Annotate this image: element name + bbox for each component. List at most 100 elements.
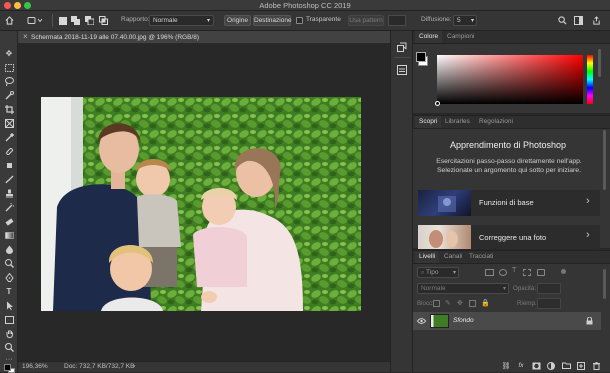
filter-shape-icon[interactable] <box>523 269 531 276</box>
pattern-picker[interactable] <box>388 15 406 26</box>
history-brush-tool-icon[interactable] <box>3 202 15 213</box>
gradient-tool-icon[interactable] <box>3 230 15 241</box>
ratio-value: Normale <box>153 17 178 24</box>
topic-card-fix-photo[interactable]: Correggere una foto › <box>418 225 600 249</box>
link-layers-icon[interactable]: ⛓ <box>501 361 511 370</box>
blur-tool-icon[interactable] <box>3 244 15 255</box>
foreground-color-chip[interactable] <box>416 52 426 62</box>
close-document-icon[interactable]: × <box>23 32 28 41</box>
tab-libraries[interactable]: Librarles <box>441 116 474 128</box>
filter-pixel-icon[interactable] <box>485 269 494 276</box>
destination-button[interactable]: Destinazione <box>253 15 292 26</box>
subtract-from-selection-icon[interactable] <box>84 15 95 26</box>
tab-scopri[interactable]: Scopri <box>415 116 442 128</box>
document-image <box>41 97 361 311</box>
filter-type-icon[interactable]: T <box>512 267 516 274</box>
lock-artboard-icon[interactable] <box>469 300 476 307</box>
share-icon[interactable] <box>591 15 602 26</box>
eyedropper-tool-icon[interactable] <box>3 132 15 143</box>
canvas-area[interactable] <box>18 44 390 361</box>
source-button[interactable]: Origine <box>224 15 251 26</box>
fill-input[interactable] <box>537 298 561 309</box>
color-panel: Colore Campioni <box>413 31 610 113</box>
search-icon[interactable] <box>557 15 568 26</box>
eye-icon[interactable] <box>416 316 426 326</box>
new-selection-icon[interactable] <box>57 15 68 26</box>
blend-mode-value: Normale <box>421 285 446 292</box>
layer-thumbnail <box>430 314 449 328</box>
color-picker-handle[interactable] <box>435 101 440 106</box>
lasso-tool-icon[interactable] <box>3 76 15 87</box>
app-title: Adobe Photoshop CC 2019 <box>259 1 351 10</box>
rectangle-tool-icon[interactable] <box>3 314 15 325</box>
topic-title: Funzioni di base <box>479 198 534 207</box>
document-size: Doc: 732,7 KB/732,7 KB <box>64 363 135 370</box>
lock-position-icon[interactable]: ✥ <box>457 299 463 307</box>
quick-selection-tool-icon[interactable] <box>3 90 15 101</box>
panel-scrollbar[interactable] <box>603 130 606 190</box>
add-to-selection-icon[interactable] <box>70 15 81 26</box>
opacity-input[interactable] <box>537 283 561 294</box>
home-icon[interactable] <box>4 15 15 26</box>
foreground-color-swatch[interactable] <box>4 364 11 371</box>
crop-tool-icon[interactable] <box>3 104 15 115</box>
topic-card-basics[interactable]: Funzioni di base › <box>418 190 600 216</box>
clone-stamp-tool-icon[interactable] <box>3 188 15 199</box>
filter-smart-object-icon[interactable] <box>537 269 545 276</box>
eraser-tool-icon[interactable] <box>3 216 15 227</box>
pen-tool-icon[interactable] <box>3 272 15 283</box>
layer-kind-filter[interactable]: ⌕ Tipo ▾ <box>417 267 459 278</box>
layer-style-icon[interactable]: fx <box>516 361 526 370</box>
workspace-icon[interactable] <box>573 15 584 26</box>
hand-tool-icon[interactable] <box>3 328 15 339</box>
patch-tool-preset-icon[interactable] <box>26 15 44 26</box>
use-pattern-button[interactable]: Usa pattern <box>348 15 384 26</box>
transparent-checkbox[interactable] <box>296 17 303 24</box>
patch-tool-icon[interactable] <box>3 160 15 171</box>
zoom-tool-icon[interactable] <box>3 342 15 353</box>
add-mask-icon[interactable] <box>531 361 541 370</box>
lock-pixels-icon[interactable]: ✎ <box>445 299 451 307</box>
tab-campioni[interactable]: Campioni <box>443 31 478 43</box>
lock-all-icon[interactable]: 🔒 <box>481 299 490 307</box>
type-tool-icon[interactable]: T <box>3 286 15 297</box>
diffusion-select[interactable]: 5 ▾ <box>453 15 477 26</box>
tab-canali[interactable]: Canali <box>440 251 466 263</box>
fill-label: Riemp.: <box>517 300 539 307</box>
filter-toggle[interactable] <box>561 269 566 274</box>
tab-tracciati[interactable]: Tracciati <box>465 251 497 263</box>
ratio-select[interactable]: Normale ▾ <box>149 15 214 26</box>
tab-colore[interactable]: Colore <box>415 31 443 43</box>
properties-panel-icon[interactable] <box>396 64 408 76</box>
new-layer-icon[interactable] <box>576 361 586 370</box>
new-group-icon[interactable] <box>561 361 571 370</box>
dodge-tool-icon[interactable] <box>3 258 15 269</box>
delete-layer-icon[interactable] <box>591 361 601 370</box>
chevron-down-icon: ▾ <box>206 18 210 24</box>
hue-slider[interactable] <box>587 55 593 104</box>
chevron-right-icon[interactable]: › <box>133 363 135 370</box>
topic-thumbnail <box>418 225 471 249</box>
panel-scrollbar[interactable] <box>603 269 606 299</box>
brush-tool-icon[interactable] <box>3 174 15 185</box>
layer-name[interactable]: Sfondo <box>453 317 474 324</box>
learn-heading: Apprendimento di Photoshop <box>449 140 567 150</box>
document-tab[interactable]: × Schermata 2018-11-19 alle 07.40.00.jpg… <box>18 31 390 44</box>
color-field[interactable] <box>435 55 583 106</box>
zoom-level[interactable]: 196,36% <box>22 363 48 370</box>
intersect-selection-icon[interactable] <box>98 15 109 26</box>
lock-transparent-icon[interactable] <box>433 300 440 307</box>
layer-row[interactable]: Sfondo <box>413 312 601 330</box>
blend-mode-select[interactable]: Normale ▾ <box>417 283 509 294</box>
adjustment-layer-icon[interactable] <box>546 361 556 370</box>
tab-livelli[interactable]: Livelli <box>415 251 440 263</box>
healing-brush-tool-icon[interactable] <box>3 146 15 157</box>
path-selection-tool-icon[interactable] <box>3 300 15 311</box>
filter-adjustment-icon[interactable] <box>499 269 507 276</box>
panel-scrollbar[interactable] <box>598 49 601 77</box>
tab-regolazioni[interactable]: Regolazioni <box>475 116 517 128</box>
history-panel-icon[interactable] <box>396 41 408 53</box>
frame-tool-icon[interactable] <box>3 118 15 129</box>
move-tool-icon[interactable]: ✥ <box>3 48 15 59</box>
marquee-tool-icon[interactable] <box>3 62 15 73</box>
